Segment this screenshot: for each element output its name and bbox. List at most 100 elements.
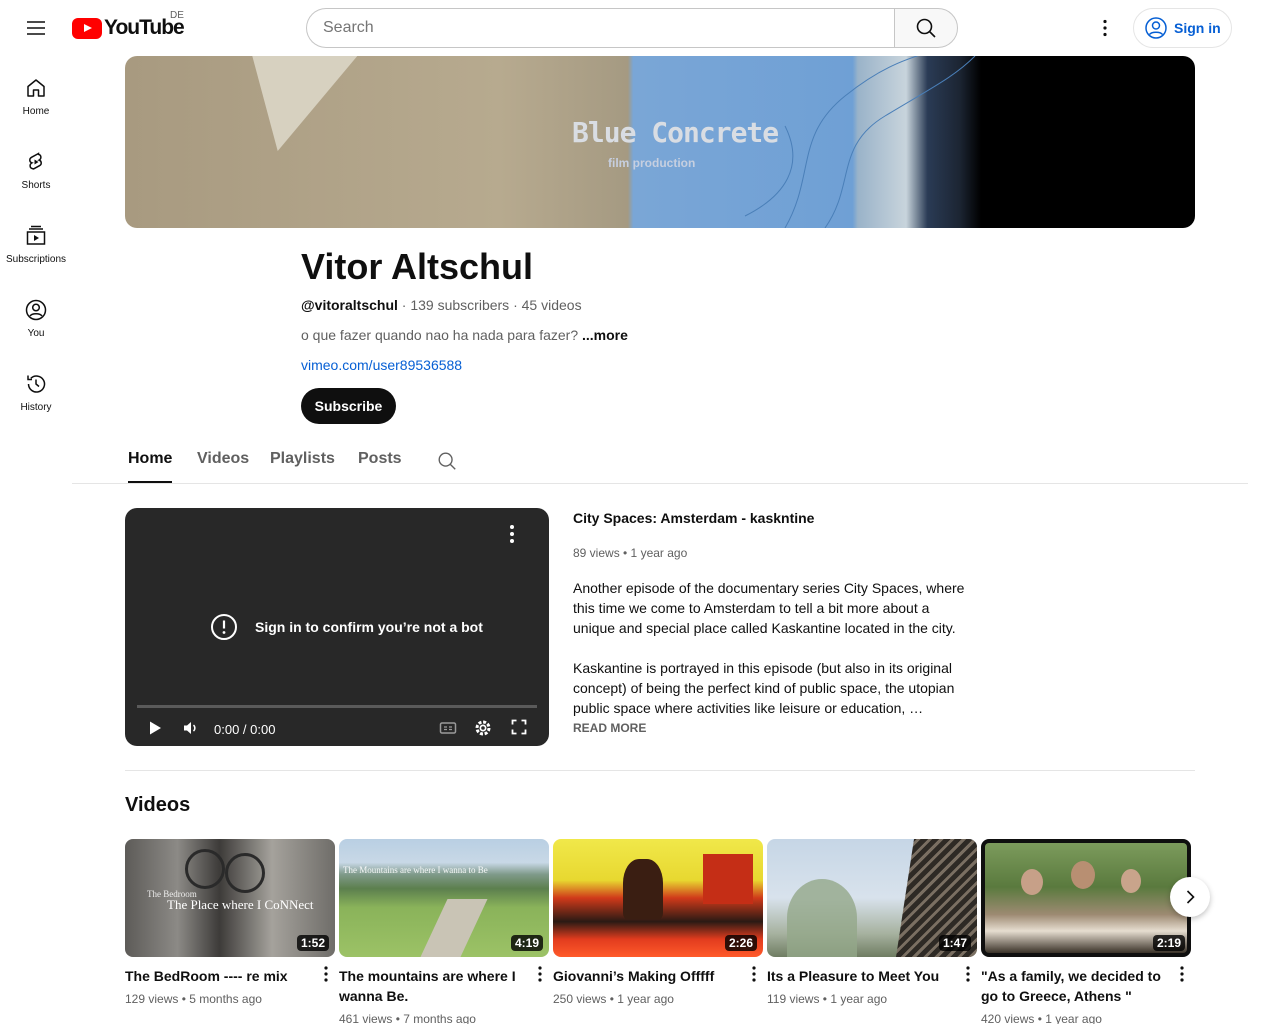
bicycle-decoration [185, 849, 225, 889]
search-input[interactable] [306, 8, 894, 48]
featured-video-title[interactable]: City Spaces: Amsterdam - kaskntine [573, 510, 814, 526]
tree-decoration [787, 879, 857, 957]
menu-button[interactable] [16, 8, 56, 48]
video-title[interactable]: "As a family, we decided to go to Greece… [981, 966, 1169, 1006]
channel-meta: @vitoraltschul · 139 subscribers · 45 vi… [301, 297, 582, 313]
history-icon [27, 375, 46, 393]
tab-search-button[interactable] [436, 450, 458, 477]
player-more-button[interactable] [505, 522, 519, 551]
video-thumbnail[interactable]: 2:26 [553, 839, 763, 957]
sidebar-item-home[interactable]: Home [0, 56, 72, 130]
alert-circle-icon [211, 614, 237, 640]
video-title[interactable]: Its a Pleasure to Meet You [767, 966, 955, 986]
video-meta: 129 views • 5 months ago [125, 992, 262, 1006]
sidebar-item-label: History [20, 402, 52, 413]
subscriber-count: 139 subscribers [410, 297, 510, 313]
bot-check-text: Sign in to confirm you’re not a bot [255, 619, 483, 635]
player-controls: 0:00 / 0:00 [125, 716, 549, 746]
sidebar-item-subscriptions[interactable]: Subscriptions [0, 204, 72, 278]
channel-name: Vitor Altschul [301, 246, 534, 287]
search-box [306, 8, 958, 48]
banner-title: Blue Concrete [572, 116, 779, 149]
figure-decoration [703, 854, 753, 904]
video-duration: 4:19 [510, 935, 543, 951]
description-paragraph: Another episode of the documentary serie… [573, 580, 965, 636]
gear-icon[interactable] [474, 719, 492, 737]
video-thumbnail[interactable]: 1:47 [767, 839, 977, 957]
sidebar-item-label: Home [22, 106, 50, 117]
video-card[interactable]: 2:19 "As a family, we decided to go to G… [981, 839, 1191, 1024]
subscriptions-icon [26, 225, 46, 245]
account-icon [1145, 17, 1167, 39]
video-more-button[interactable] [323, 965, 329, 988]
youtube-logo[interactable]: YouTube DE [72, 10, 185, 42]
captions-icon[interactable] [439, 720, 457, 736]
channel-handle: @vitoraltschul [301, 297, 398, 313]
video-title[interactable]: Giovanni’s Making Offfff [553, 966, 741, 986]
progress-bar[interactable] [137, 705, 537, 708]
description-paragraph: Kaskantine is portrayed in this episode … [573, 660, 955, 716]
video-card[interactable]: 1:47 Its a Pleasure to Meet You 119 view… [767, 839, 977, 1006]
sidebar-item-you[interactable]: You [0, 278, 72, 352]
chevron-right-icon [1186, 890, 1195, 904]
video-title[interactable]: The mountains are where I wanna Be. [339, 966, 527, 1006]
you-icon [25, 299, 47, 321]
more-vert-icon [538, 966, 542, 982]
sidebar-item-shorts[interactable]: Shorts [0, 130, 72, 204]
video-duration: 1:47 [938, 935, 971, 951]
channel-description[interactable]: o que fazer quando nao ha nada para faze… [301, 327, 628, 343]
video-title[interactable]: The BedRoom ---- re mix [125, 966, 313, 986]
tab-videos[interactable]: Videos [197, 450, 249, 483]
top-bar: YouTube DE Sign in [0, 0, 1280, 56]
search-icon [916, 18, 936, 38]
settings-more-button[interactable] [1085, 8, 1125, 48]
video-more-button[interactable] [965, 965, 971, 988]
video-thumbnail[interactable]: 2:19 [981, 839, 1191, 957]
video-meta: 250 views • 1 year ago [553, 992, 674, 1006]
sidebar: Home Shorts Subscriptions You History [0, 56, 72, 426]
more-vert-icon [510, 525, 514, 543]
description-more-link[interactable]: ...more [582, 327, 628, 343]
video-card[interactable]: The Bedroom The Place where I CoNNect 1:… [125, 839, 335, 1006]
video-meta: 420 views • 1 year ago [981, 1012, 1102, 1024]
sidebar-item-label: You [27, 328, 45, 339]
face-decoration [1121, 869, 1141, 893]
subscribe-button[interactable]: Subscribe [301, 388, 396, 424]
video-more-button[interactable] [1179, 965, 1185, 988]
fullscreen-icon[interactable] [511, 719, 527, 735]
play-icon[interactable] [147, 720, 163, 736]
video-thumbnail[interactable]: The Bedroom The Place where I CoNNect 1:… [125, 839, 335, 957]
thumbnail-caption: The Mountains are where I wanna to Be [343, 865, 488, 875]
video-more-button[interactable] [537, 965, 543, 988]
sign-in-button[interactable]: Sign in [1133, 8, 1232, 48]
region-code: DE [170, 10, 184, 21]
video-card[interactable]: The Mountains are where I wanna to Be 4:… [339, 839, 549, 1024]
more-vert-icon [966, 966, 970, 982]
search-button[interactable] [894, 8, 958, 48]
face-decoration [1021, 869, 1043, 895]
tab-playlists[interactable]: Playlists [270, 450, 335, 483]
read-more-button[interactable]: READ MORE [573, 721, 646, 735]
video-card[interactable]: 2:26 Giovanni’s Making Offfff 250 views … [553, 839, 763, 1006]
face-decoration [1071, 861, 1095, 889]
video-meta: 119 views • 1 year ago [767, 992, 888, 1006]
volume-icon[interactable] [182, 720, 200, 736]
home-icon [27, 79, 45, 97]
figure-decoration [623, 859, 663, 919]
video-duration: 2:26 [724, 935, 757, 951]
bot-check-message: Sign in to confirm you’re not a bot [210, 613, 483, 641]
featured-video-meta: 89 views • 1 year ago [573, 546, 688, 560]
sidebar-item-history[interactable]: History [0, 352, 72, 426]
video-more-button[interactable] [751, 965, 757, 988]
videos-shelf-title[interactable]: Videos [125, 794, 190, 817]
channel-tabs: Home Videos Playlists Posts [72, 438, 1248, 484]
channel-external-link[interactable]: vimeo.com/user89536588 [301, 357, 462, 373]
banner-shadow-decoration [217, 56, 358, 151]
tab-home[interactable]: Home [128, 450, 173, 483]
tab-posts[interactable]: Posts [358, 450, 402, 483]
video-thumbnail[interactable]: The Mountains are where I wanna to Be 4:… [339, 839, 549, 957]
featured-video-player[interactable]: Sign in to confirm you’re not a bot 0:00… [125, 508, 549, 746]
meta-separator: · [397, 297, 411, 313]
shelf-next-button[interactable] [1170, 877, 1210, 917]
channel-banner: Blue Concrete film production [125, 56, 1195, 228]
